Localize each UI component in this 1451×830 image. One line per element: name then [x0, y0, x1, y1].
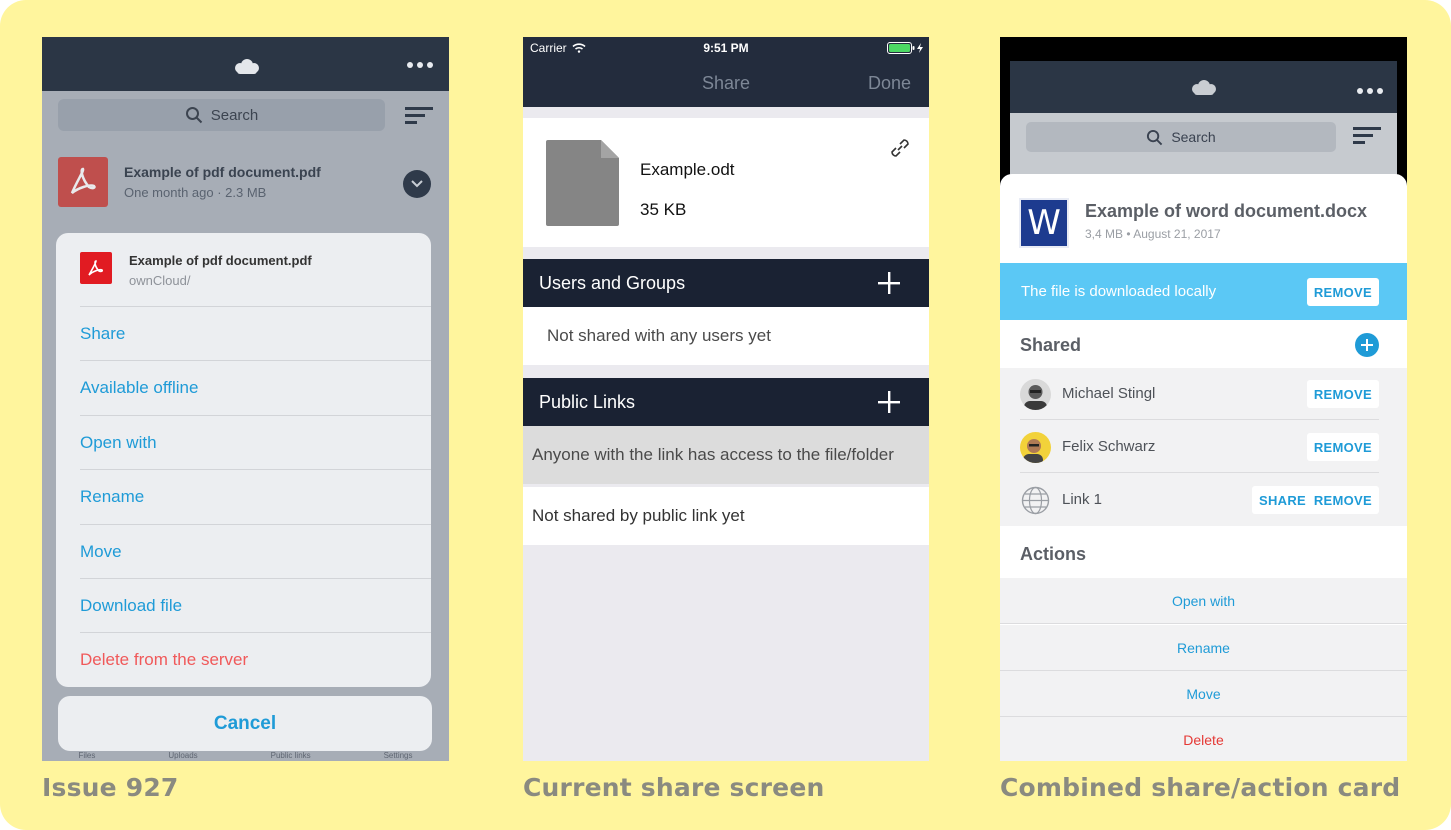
action-rename[interactable]: Rename: [1000, 625, 1407, 671]
add-link-icon[interactable]: [878, 391, 900, 413]
share-name: Felix Schwarz: [1062, 438, 1156, 455]
link-icon[interactable]: [887, 135, 913, 161]
action-move[interactable]: Move: [1000, 671, 1407, 717]
add-user-icon[interactable]: [878, 272, 900, 294]
tab-public-links[interactable]: Public links: [271, 751, 311, 760]
combined-share-action-card-screen: Search W Example of word document.docx 3…: [1000, 37, 1407, 761]
search-icon: [185, 107, 202, 124]
avatar: [1020, 379, 1051, 410]
file-name: Example of word document.docx: [1085, 201, 1368, 221]
document-icon: [546, 140, 619, 226]
action-download-file[interactable]: Download file: [80, 578, 431, 632]
canvas-background: Search Example of pdf document.pdf One m…: [0, 0, 1451, 830]
sheet-file-name: Example of pdf document.pdf: [129, 253, 312, 268]
action-sheet: Example of pdf document.pdf ownCloud/ Sh…: [56, 233, 431, 687]
shared-list: Michael Stingl REMOVE Felix Schwarz REMO…: [1000, 368, 1407, 526]
word-document-icon: W: [1019, 198, 1069, 248]
users-and-groups-header: Users and Groups: [523, 259, 929, 307]
more-options-icon[interactable]: [1357, 88, 1383, 94]
downloaded-locally-banner: The file is downloaded locally REMOVE: [1000, 263, 1407, 320]
battery-icon: [887, 42, 923, 54]
chevron-down-icon[interactable]: [403, 170, 431, 198]
share-action-card: W Example of word document.docx 3,4 MB •…: [1000, 174, 1407, 761]
more-options-icon[interactable]: [407, 62, 433, 68]
action-open-with[interactable]: Open with: [1000, 578, 1407, 624]
navigation-bar: Share Done: [523, 59, 929, 107]
search-icon: [1147, 129, 1163, 145]
search-placeholder: Search: [210, 106, 259, 124]
status-time: 9:51 PM: [703, 41, 749, 55]
users-and-groups-title: Users and Groups: [539, 273, 686, 293]
caption-combined: Combined share/action card: [1000, 773, 1401, 802]
top-navbar: [1010, 61, 1397, 113]
share-name: Link 1: [1062, 491, 1103, 508]
share-row-felix: Felix Schwarz REMOVE: [1020, 421, 1379, 473]
tab-settings[interactable]: Settings: [384, 751, 413, 760]
banner-text: The file is downloaded locally: [1021, 283, 1217, 300]
action-delete-from-server[interactable]: Delete from the server: [80, 632, 431, 686]
share-row-michael: Michael Stingl REMOVE: [1020, 368, 1379, 420]
caption-current: Current share screen: [523, 773, 825, 802]
actions-title: Actions: [1020, 544, 1087, 564]
shared-title: Shared: [1020, 335, 1082, 355]
action-rename[interactable]: Rename: [80, 469, 431, 523]
search-placeholder: Search: [1171, 129, 1216, 145]
file-name: Example.odt: [640, 160, 735, 179]
sort-icon[interactable]: [405, 107, 433, 125]
public-links-title: Public Links: [539, 392, 636, 412]
file-meta: One month ago · 2.3 MB: [124, 185, 267, 200]
share-name: Michael Stingl: [1062, 385, 1156, 402]
done-button[interactable]: Done: [868, 73, 911, 94]
action-sheet-header: Example of pdf document.pdf ownCloud/: [56, 233, 431, 306]
file-list-item[interactable]: Example of pdf document.pdf One month ag…: [42, 145, 449, 219]
tab-files[interactable]: Files: [78, 751, 95, 760]
top-navbar: [42, 37, 449, 91]
status-bar: Carrier 9:51 PM: [523, 37, 929, 59]
current-share-screen: Carrier 9:51 PM Share Done Example.odt 3…: [523, 37, 929, 761]
pdf-icon: [80, 252, 112, 284]
action-available-offline[interactable]: Available offline: [80, 360, 431, 414]
file-info-card: Example.odt 35 KB: [523, 118, 929, 247]
sheet-file-path: ownCloud/: [129, 273, 191, 288]
actions-section-header: Actions: [1000, 526, 1407, 578]
caption-issue: Issue 927: [42, 773, 179, 802]
pdf-icon: [58, 157, 108, 207]
tab-bar: Files Uploads Public links Settings: [42, 741, 449, 761]
public-links-empty-state: Not shared by public link yet: [523, 487, 929, 545]
users-empty-state: Not shared with any users yet: [523, 307, 929, 365]
globe-icon: [1020, 485, 1051, 516]
action-move[interactable]: Move: [80, 524, 431, 578]
file-size: 35 KB: [640, 200, 687, 219]
action-share[interactable]: Share: [80, 306, 431, 360]
file-name: Example of pdf document.pdf: [124, 164, 321, 180]
action-delete[interactable]: Delete: [1000, 717, 1407, 761]
share-link-button[interactable]: SHARE: [1251, 486, 1313, 514]
file-meta: 3,4 MB • August 21, 2017: [1085, 227, 1221, 241]
owncloud-logo-icon: [1192, 80, 1216, 95]
search-bar[interactable]: Search: [1026, 122, 1336, 152]
remove-local-copy-button[interactable]: REMOVE: [1306, 278, 1379, 306]
sort-icon[interactable]: [1353, 127, 1381, 145]
tab-uploads[interactable]: Uploads: [168, 751, 197, 760]
public-links-info: Anyone with the link has access to the f…: [523, 426, 929, 484]
shared-section-header: Shared: [1000, 320, 1407, 368]
action-open-with[interactable]: Open with: [80, 415, 431, 469]
search-bar[interactable]: Search: [58, 99, 385, 131]
remove-share-button[interactable]: REMOVE: [1306, 433, 1379, 461]
avatar: [1020, 432, 1051, 463]
remove-share-button[interactable]: REMOVE: [1306, 486, 1379, 514]
share-row-link: Link 1 SHARE REMOVE: [1020, 474, 1379, 526]
issue-927-screen: Search Example of pdf document.pdf One m…: [42, 37, 449, 761]
remove-share-button[interactable]: REMOVE: [1306, 380, 1379, 408]
add-share-icon[interactable]: [1355, 333, 1379, 357]
owncloud-logo-icon: [235, 59, 259, 74]
public-links-header: Public Links: [523, 378, 929, 426]
